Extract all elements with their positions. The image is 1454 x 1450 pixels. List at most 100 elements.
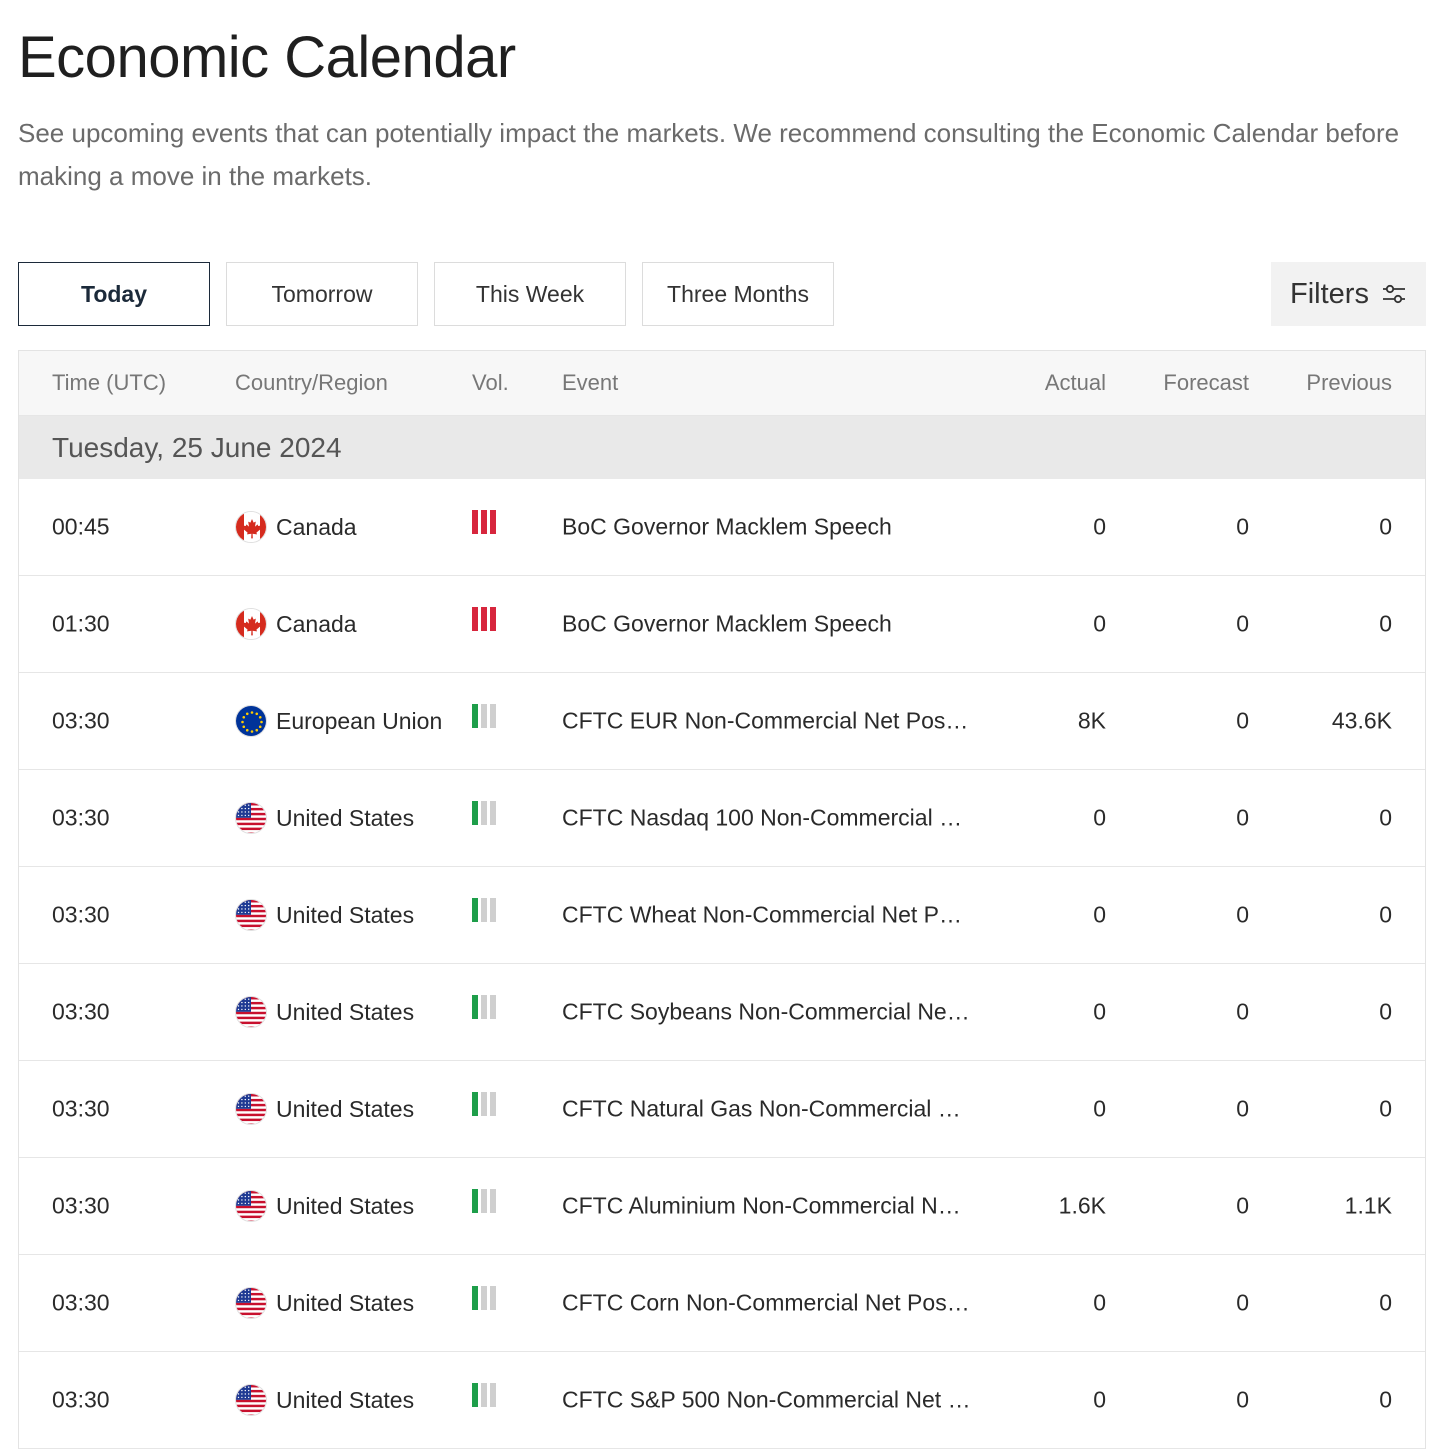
volatility-bar: [472, 607, 478, 631]
time-cell: 03:30: [52, 707, 110, 734]
volatility-indicator: [472, 510, 496, 534]
table-row[interactable]: 03:30 United States CFTC Soybeans Non-Comm…: [19, 964, 1425, 1061]
event-name: CFTC Nasdaq 100 Non-Commercial Ne...: [562, 804, 972, 831]
header-forecast[interactable]: Forecast: [1163, 370, 1249, 396]
volatility-bar: [481, 510, 487, 534]
country-name: United States: [276, 1095, 415, 1122]
previous-value: 43.6K: [1331, 707, 1392, 734]
event-name: BoC Governor Macklem Speech: [562, 513, 892, 540]
country-cell: United States: [235, 996, 414, 1028]
actual-value: 0: [1093, 804, 1106, 831]
forecast-value: 0: [1236, 513, 1249, 540]
volatility-indicator: [472, 1383, 496, 1407]
volatility-bar: [481, 1092, 487, 1116]
previous-value: 0: [1379, 804, 1392, 831]
country-cell: Canada: [235, 608, 357, 640]
country-name: United States: [276, 1192, 415, 1219]
volatility-indicator: [472, 1092, 496, 1116]
us-flag-icon: [235, 1093, 267, 1125]
volatility-bar: [481, 1383, 487, 1407]
table-row[interactable]: 03:30 United States CFTC Nasdaq 100 Non-Co…: [19, 770, 1425, 867]
table-row[interactable]: 03:30 United States CFTC Corn Non-Commerci…: [19, 1255, 1425, 1352]
country-cell: United States: [235, 1093, 414, 1125]
tab-three-months[interactable]: Three Months: [642, 262, 834, 326]
tab-today[interactable]: Today: [18, 262, 210, 326]
volatility-bar: [472, 1092, 478, 1116]
table-row[interactable]: 03:30 United States CFTC S&P 500 Non-Comme…: [19, 1352, 1425, 1449]
time-cell: 03:30: [52, 1095, 110, 1122]
volatility-indicator: [472, 995, 496, 1019]
volatility-bar: [490, 704, 496, 728]
previous-value: 0: [1379, 901, 1392, 928]
calendar-table: Time (UTC) Country/Region Vol. Event Act…: [18, 350, 1426, 1449]
table-row[interactable]: 03:30 United States CFTC Aluminium Non-Com…: [19, 1158, 1425, 1255]
event-name: CFTC Corn Non-Commercial Net Positi...: [562, 1289, 972, 1316]
forecast-value: 0: [1236, 1386, 1249, 1413]
date-group-header: Tuesday, 25 June 2024: [19, 416, 1425, 479]
us-flag-icon: [235, 1190, 267, 1222]
volatility-indicator: [472, 607, 496, 631]
country-cell: United States: [235, 1384, 414, 1416]
country-cell: United States: [235, 899, 414, 931]
actual-value: 0: [1093, 901, 1106, 928]
volatility-indicator: [472, 801, 496, 825]
filters-button[interactable]: Filters: [1271, 262, 1426, 326]
volatility-bar: [490, 607, 496, 631]
event-name: CFTC S&P 500 Non-Commercial Net P...: [562, 1386, 972, 1413]
header-vol[interactable]: Vol.: [472, 370, 509, 396]
header-previous[interactable]: Previous: [1306, 370, 1392, 396]
volatility-bar: [490, 1286, 496, 1310]
country-cell: United States: [235, 802, 414, 834]
country-cell: Canada: [235, 511, 357, 543]
table-row[interactable]: 03:30 United States CFTC Wheat Non-Commerc…: [19, 867, 1425, 964]
time-cell: 03:30: [52, 998, 110, 1025]
header-actual[interactable]: Actual: [1045, 370, 1106, 396]
header-country[interactable]: Country/Region: [235, 370, 388, 396]
previous-value: 0: [1379, 513, 1392, 540]
page-title: Economic Calendar: [18, 25, 516, 90]
date-label: Tuesday, 25 June 2024: [52, 431, 342, 463]
actual-value: 0: [1093, 998, 1106, 1025]
volatility-bar: [481, 704, 487, 728]
filters-label: Filters: [1290, 277, 1369, 310]
previous-value: 0: [1379, 998, 1392, 1025]
actual-value: 1.6K: [1058, 1192, 1106, 1219]
volatility-bar: [472, 704, 478, 728]
country-name: United States: [276, 804, 415, 831]
tab-this-week[interactable]: This Week: [434, 262, 626, 326]
forecast-value: 0: [1236, 1289, 1249, 1316]
event-name: CFTC EUR Non-Commercial Net Positio...: [562, 707, 972, 734]
tab-tomorrow[interactable]: Tomorrow: [226, 262, 418, 326]
volatility-bar: [490, 898, 496, 922]
volatility-bar: [490, 1092, 496, 1116]
forecast-value: 0: [1236, 998, 1249, 1025]
volatility-bar: [472, 898, 478, 922]
header-event[interactable]: Event: [562, 370, 972, 396]
header-time[interactable]: Time (UTC): [52, 370, 166, 396]
time-cell: 03:30: [52, 901, 110, 928]
table-row[interactable]: 03:30 United States CFTC Natural Gas Non-C…: [19, 1061, 1425, 1158]
volatility-bar: [472, 801, 478, 825]
event-name: CFTC Aluminium Non-Commercial Net ...: [562, 1192, 972, 1219]
country-cell: European Union: [235, 705, 442, 737]
volatility-bar: [481, 898, 487, 922]
volatility-bar: [481, 1286, 487, 1310]
table-body: 00:45 Canada BoC Governor Macklem Speech 0 0…: [19, 479, 1425, 1449]
eu-flag-icon: [235, 705, 267, 737]
previous-value: 1.1K: [1344, 1192, 1392, 1219]
country-name: United States: [276, 901, 415, 928]
actual-value: 0: [1093, 1289, 1106, 1316]
table-row[interactable]: 01:30 Canada BoC Governor Macklem Speech 0 0…: [19, 576, 1425, 673]
table-row[interactable]: 03:30 European Union CFTC EUR Non-Commerci…: [19, 673, 1425, 770]
volatility-bar: [472, 1383, 478, 1407]
table-row[interactable]: 00:45 Canada BoC Governor Macklem Speech 0 0…: [19, 479, 1425, 576]
country-name: European Union: [276, 707, 443, 734]
time-cell: 03:30: [52, 1386, 110, 1413]
country-cell: United States: [235, 1190, 414, 1222]
previous-value: 0: [1379, 610, 1392, 637]
volatility-bar: [481, 1189, 487, 1213]
forecast-value: 0: [1236, 707, 1249, 734]
volatility-indicator: [472, 898, 496, 922]
volatility-bar: [481, 995, 487, 1019]
actual-value: 0: [1093, 610, 1106, 637]
